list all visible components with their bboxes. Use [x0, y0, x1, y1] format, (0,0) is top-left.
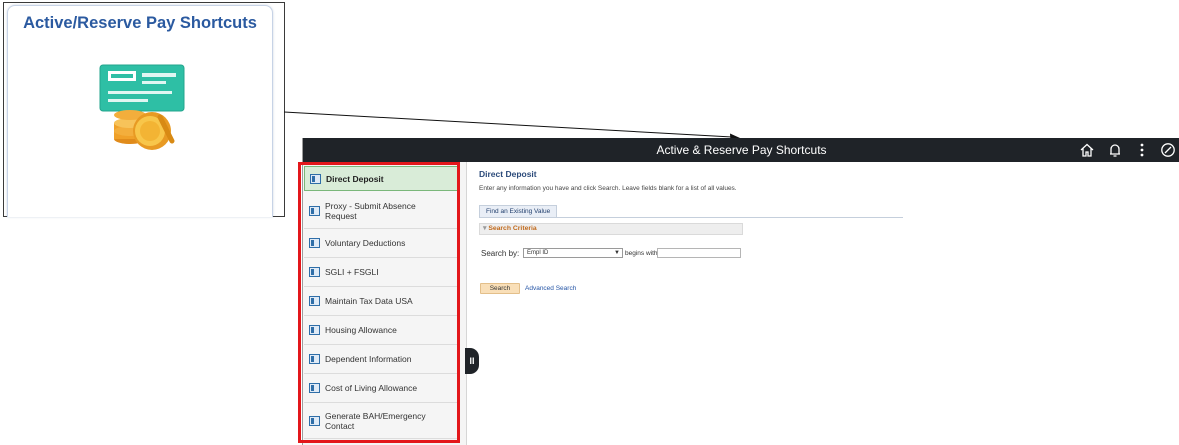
sidebar-item-label: SGLI + FSGLI — [325, 267, 379, 277]
page-icon — [309, 383, 320, 393]
app-window: Active & Reserve Pay Shortcuts Direct De… — [302, 138, 1179, 445]
page-icon — [310, 173, 321, 184]
sidebar-item-label: Direct Deposit — [326, 173, 384, 184]
chevron-down-icon: ▼ — [614, 250, 620, 256]
home-icon[interactable] — [1078, 141, 1096, 159]
app-header-title: Active & Reserve Pay Shortcuts — [656, 143, 827, 157]
sidebar-nav: Direct Deposit Proxy - Submit Absence Re… — [303, 162, 467, 445]
search-value-input[interactable] — [657, 248, 741, 258]
instructions-text: Enter any information you have and click… — [479, 185, 737, 192]
operator-label: begins with — [625, 249, 658, 257]
sidebar-item-label: Housing Allowance — [325, 325, 397, 335]
collapse-panel-button[interactable]: II — [465, 348, 479, 374]
page-icon — [309, 325, 320, 335]
sidebar-item-cola[interactable]: Cost of Living Allowance — [304, 374, 458, 403]
sidebar-item-label: Cost of Living Allowance — [325, 383, 418, 393]
navbar-compass-icon[interactable] — [1159, 141, 1177, 159]
sidebar-item-tax-data[interactable]: Maintain Tax Data USA — [304, 287, 458, 316]
app-header-bar: Active & Reserve Pay Shortcuts — [303, 138, 1179, 162]
main-content: Direct Deposit Enter any information you… — [479, 162, 1179, 445]
search-by-label: Search by: — [481, 249, 520, 258]
search-by-value: Empl ID — [527, 250, 549, 256]
page-icon — [309, 296, 320, 306]
tab-find-existing-value[interactable]: Find an Existing Value — [479, 205, 558, 217]
tab-divider — [479, 217, 903, 218]
page-icon — [309, 415, 320, 426]
page-icon — [309, 238, 320, 248]
bell-icon[interactable] — [1106, 141, 1124, 159]
sidebar-item-label: Voluntary Deductions — [325, 238, 406, 248]
page-title: Direct Deposit — [479, 169, 537, 179]
sidebar-item-dependent-info[interactable]: Dependent Information — [304, 345, 458, 374]
search-button[interactable]: Search — [480, 283, 520, 294]
page-icon — [309, 354, 320, 364]
sidebar-item-label: Dependent Information — [325, 354, 412, 364]
search-criteria-section[interactable]: ▾ Search Criteria — [479, 223, 743, 235]
sidebar-item-label: Maintain Tax Data USA — [325, 296, 413, 306]
sidebar-item-direct-deposit[interactable]: Direct Deposit — [304, 166, 458, 191]
sidebar-item-label: Proxy - Submit Absence Request — [325, 200, 416, 221]
sidebar-item-voluntary-deductions[interactable]: Voluntary Deductions — [304, 229, 458, 258]
sidebar-item-label: Generate BAH/Emergency Contact — [325, 410, 426, 431]
sidebar-item-housing-allowance[interactable]: Housing Allowance — [304, 316, 458, 345]
advanced-search-link[interactable]: Advanced Search — [525, 285, 576, 292]
search-criteria-label: Search Criteria — [488, 225, 537, 232]
page-icon — [309, 205, 320, 216]
triangle-down-icon: ▾ — [483, 225, 487, 232]
more-options-icon[interactable] — [1133, 141, 1151, 159]
page-icon — [309, 267, 320, 277]
sidebar-item-sgli[interactable]: SGLI + FSGLI — [304, 258, 458, 287]
sidebar-item-bah-emergency[interactable]: Generate BAH/Emergency Contact — [304, 403, 458, 439]
sidebar-item-proxy-absence[interactable]: Proxy - Submit Absence Request — [304, 193, 458, 229]
search-by-select[interactable]: Empl ID ▼ — [523, 248, 623, 258]
